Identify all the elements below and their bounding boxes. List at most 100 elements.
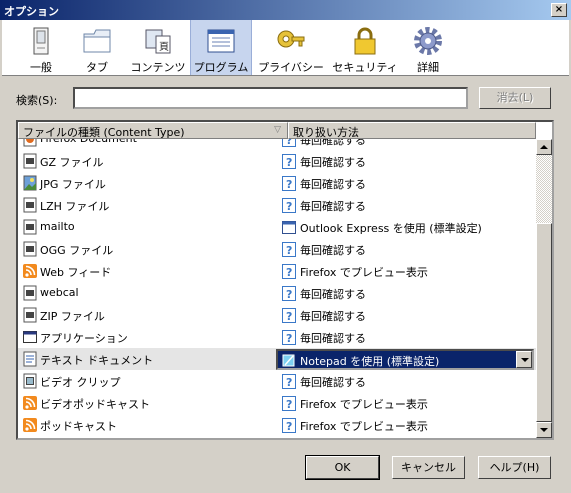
action-text: 毎回確認する xyxy=(300,178,366,191)
list-item[interactable]: mailto Outlook Express を使用 (標準設定) xyxy=(18,216,536,238)
cancel-button[interactable]: キャンセル xyxy=(392,456,465,479)
action-text: Outlook Express を使用 (標準設定) xyxy=(300,222,482,235)
content-type: OGG ファイル xyxy=(40,244,114,257)
tab-label: タブ xyxy=(86,61,108,74)
content-type: ビデオポッドキャスト xyxy=(40,398,150,411)
svg-text:?: ? xyxy=(286,200,292,213)
title-bar: オプション × xyxy=(0,0,571,20)
list-item[interactable]: ポッドキャスト ? Firefox でプレビュー表示 xyxy=(18,414,536,436)
program-icon xyxy=(207,29,235,53)
ask-icon: ? xyxy=(282,308,296,323)
ask-icon: ? xyxy=(282,139,296,147)
action-text: 毎回確認する xyxy=(300,244,366,257)
ask-icon: ? xyxy=(282,176,296,191)
ask-icon: ? xyxy=(282,286,296,301)
action-dropdown[interactable]: Notepad を使用 (標準設定) xyxy=(276,349,534,370)
list-item[interactable]: ZIP ファイル ? 毎回確認する xyxy=(18,304,536,326)
tab-security[interactable]: セキュリティ xyxy=(331,20,399,75)
svg-text:?: ? xyxy=(286,266,292,279)
action-text: Firefox でプレビュー表示 xyxy=(300,420,428,433)
window-title: オプション xyxy=(4,5,59,18)
svg-text:?: ? xyxy=(286,178,292,191)
rss-icon xyxy=(23,264,37,278)
ask-icon: ? xyxy=(282,396,296,411)
clear-button[interactable]: 消去(L) xyxy=(479,87,551,109)
list-item[interactable]: Web フィード ? Firefox でプレビュー表示 xyxy=(18,260,536,282)
tab-tabs[interactable]: タブ xyxy=(72,20,122,75)
svg-text:?: ? xyxy=(286,139,292,147)
content-type: ZIP ファイル xyxy=(40,310,105,323)
list-item[interactable]: ビデオポッドキャスト ? Firefox でプレビュー表示 xyxy=(18,392,536,414)
list-item[interactable]: OGG ファイル ? 毎回確認する xyxy=(18,238,536,260)
svg-text:?: ? xyxy=(286,244,292,257)
ok-button[interactable]: OK xyxy=(305,455,380,480)
content-type: テキスト ドキュメント xyxy=(40,354,154,367)
column-header-content-type[interactable]: ファイルの種類 (Content Type) ▽ xyxy=(18,122,288,139)
content-type: webcal xyxy=(40,286,79,299)
column-header-action[interactable]: 取り扱い方法 xyxy=(288,122,536,139)
scroll-up-icon[interactable] xyxy=(536,139,552,155)
dropdown-value: Notepad を使用 (標準設定) xyxy=(300,355,440,368)
tab-label: 詳細 xyxy=(417,61,439,74)
rss-icon xyxy=(23,418,37,432)
svg-text:?: ? xyxy=(286,156,292,169)
list-item[interactable]: LZH ファイル ? 毎回確認する xyxy=(18,194,536,216)
content-type: ビデオ クリップ xyxy=(40,376,121,389)
scroll-down-icon[interactable] xyxy=(536,422,552,438)
file-icon xyxy=(23,197,37,213)
content-type-list[interactable]: ファイルの種類 (Content Type) ▽ 取り扱い方法 Firefox … xyxy=(16,120,554,440)
list-item[interactable]: GZ ファイル ? 毎回確認する xyxy=(18,150,536,172)
content-type: Web フィード xyxy=(40,266,112,279)
ask-icon: ? xyxy=(282,242,296,257)
app-window-icon xyxy=(23,331,37,343)
svg-text:頁: 頁 xyxy=(159,41,169,53)
content-type: アプリケーション xyxy=(40,332,128,345)
column-label: ファイルの種類 (Content Type) xyxy=(23,126,185,139)
ask-icon: ? xyxy=(282,374,296,389)
content-type: ポッドキャスト xyxy=(40,420,117,433)
list-item[interactable]: ビデオ クリップ ? 毎回確認する xyxy=(18,370,536,392)
list-item[interactable]: JPG ファイル ? 毎回確認する xyxy=(18,172,536,194)
svg-text:?: ? xyxy=(286,420,292,433)
lock-icon xyxy=(354,27,376,55)
search-input[interactable] xyxy=(73,87,468,109)
tab-label: プログラム xyxy=(193,61,249,74)
text-doc-icon xyxy=(23,351,37,367)
action-text: 毎回確認する xyxy=(300,288,366,301)
chevron-down-icon[interactable] xyxy=(516,351,532,368)
list-item[interactable]: webcal ? 毎回確認する xyxy=(18,282,536,304)
svg-text:?: ? xyxy=(286,398,292,411)
list-item-selected[interactable]: テキスト ドキュメント Notepad を使用 (標準設定) xyxy=(18,348,536,370)
video-icon xyxy=(23,373,37,389)
tab-icon xyxy=(83,29,111,53)
scrollbar-thumb[interactable] xyxy=(536,223,552,422)
list-item[interactable]: Firefox Document ? 毎回確認する xyxy=(18,139,536,150)
help-button[interactable]: ヘルプ(H) xyxy=(478,456,551,479)
image-icon xyxy=(23,175,37,191)
tab-label: コンテンツ xyxy=(130,61,186,74)
tab-programs[interactable]: プログラム xyxy=(190,20,252,75)
action-text: 毎回確認する xyxy=(300,310,366,323)
column-label: 取り扱い方法 xyxy=(293,126,359,139)
notepad-icon xyxy=(282,354,295,367)
action-text: 毎回確認する xyxy=(300,200,366,213)
app-window-icon xyxy=(282,221,296,234)
content-type: GZ ファイル xyxy=(40,156,104,169)
content-type: JPG ファイル xyxy=(40,178,106,191)
ask-icon: ? xyxy=(282,154,296,169)
privacy-icon xyxy=(277,30,305,48)
action-text: Firefox でプレビュー表示 xyxy=(300,266,428,279)
close-button[interactable]: × xyxy=(551,3,567,17)
rss-icon xyxy=(23,396,37,410)
ask-icon: ? xyxy=(282,418,296,433)
tab-general[interactable]: 一般 xyxy=(12,20,70,75)
file-icon xyxy=(23,285,37,301)
tab-privacy[interactable]: プライバシー xyxy=(257,20,325,75)
action-text: 毎回確認する xyxy=(300,332,366,345)
list-item[interactable]: アプリケーション ? 毎回確認する xyxy=(18,326,536,348)
action-text: 毎回確認する xyxy=(300,156,366,169)
tab-content[interactable]: 頁 コンテンツ xyxy=(128,20,188,75)
tab-advanced[interactable]: 詳細 xyxy=(404,20,452,75)
file-icon xyxy=(23,241,37,257)
vertical-scrollbar[interactable] xyxy=(536,139,552,438)
